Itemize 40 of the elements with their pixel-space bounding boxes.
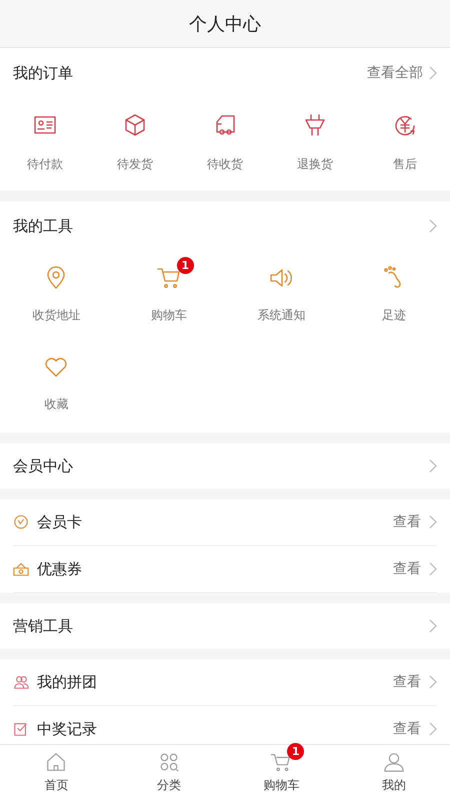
tab-item[interactable]: 1 购物车 bbox=[225, 745, 338, 800]
chevron-icon bbox=[429, 722, 437, 736]
tool-item[interactable]: 收货地址 bbox=[0, 251, 112, 330]
ticket-icon bbox=[13, 561, 29, 577]
user-icon bbox=[382, 751, 405, 773]
chevron-icon bbox=[429, 219, 437, 233]
tool-item[interactable]: 系统通知 bbox=[225, 251, 338, 330]
tool-item[interactable]: 1 购物车 bbox=[112, 251, 225, 330]
section-title: 我的工具 bbox=[13, 216, 74, 236]
chevron-icon bbox=[429, 562, 437, 576]
order-status-item[interactable]: 待付款 bbox=[0, 112, 90, 173]
count-badge: 1 bbox=[176, 257, 194, 274]
menu-row[interactable]: 我的拼团 查看 bbox=[13, 659, 437, 706]
section-title: 会员中心 bbox=[13, 456, 74, 476]
tab-item[interactable]: 我的 bbox=[338, 745, 450, 800]
chevron-icon bbox=[429, 459, 437, 473]
chevron-icon bbox=[429, 66, 437, 80]
cart-icon bbox=[270, 751, 292, 773]
order-status-item[interactable]: 待收货 bbox=[180, 112, 270, 173]
people-icon bbox=[13, 674, 29, 690]
section-title: 我的订单 bbox=[13, 64, 74, 82]
count-badge: 1 bbox=[287, 743, 304, 760]
chevron-icon bbox=[429, 515, 437, 529]
grid-icon bbox=[158, 751, 180, 773]
home-icon bbox=[45, 751, 68, 773]
menu-row[interactable]: 优惠券 查看 bbox=[13, 546, 437, 593]
chevron-icon bbox=[429, 675, 437, 689]
menu-row[interactable]: 会员卡 查看 bbox=[13, 499, 437, 546]
order-status-item[interactable]: 售后 bbox=[360, 112, 450, 173]
section-title: 营销工具 bbox=[13, 616, 74, 636]
tool-item[interactable]: 收藏 bbox=[0, 340, 112, 419]
checkbox-icon bbox=[13, 721, 29, 737]
page-title: 个人中心 bbox=[189, 12, 261, 36]
tab-item[interactable]: 首页 bbox=[0, 745, 112, 800]
tab-item[interactable]: 分类 bbox=[112, 745, 225, 800]
tool-item[interactable]: 足迹 bbox=[338, 251, 450, 330]
order-status-item[interactable]: 退换货 bbox=[270, 112, 360, 173]
chevron-icon bbox=[429, 619, 437, 633]
order-status-item[interactable]: 待发货 bbox=[90, 112, 180, 173]
view-all-link[interactable]: 查看全部 bbox=[367, 64, 423, 82]
